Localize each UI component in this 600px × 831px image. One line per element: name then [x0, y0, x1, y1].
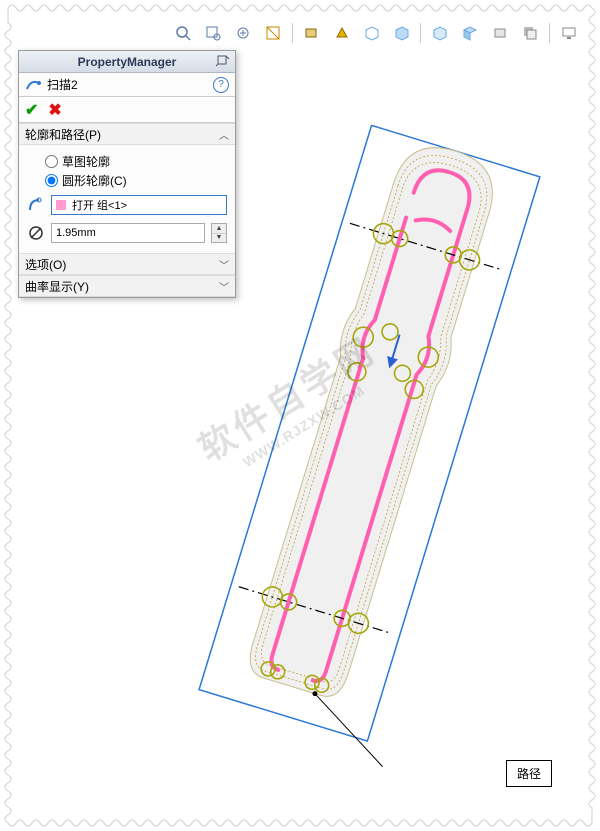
diameter-row: 1.95mm ▲ ▼: [27, 223, 227, 243]
pin-icon[interactable]: [215, 53, 231, 69]
feature-name: 扫描2: [47, 76, 78, 93]
zoom-area-icon[interactable]: [200, 21, 226, 45]
appearance-icon[interactable]: [389, 21, 415, 45]
cancel-button[interactable]: ✖: [48, 100, 61, 120]
heads-up-toolbar: [170, 18, 582, 48]
render-icon[interactable]: [457, 21, 483, 45]
diameter-icon: [27, 224, 45, 242]
zoom-fit-icon[interactable]: [170, 21, 196, 45]
pm-title: PropertyManager: [78, 55, 177, 69]
view-orientation-icon[interactable]: [299, 21, 325, 45]
spin-down-icon[interactable]: ▼: [212, 234, 226, 243]
chevron-down-icon: ﹀: [219, 279, 229, 294]
sweep-icon: [25, 77, 41, 93]
diameter-input[interactable]: 1.95mm: [51, 223, 205, 243]
zoom-prev-icon[interactable]: [230, 21, 256, 45]
section-options[interactable]: 选项(O) ﹀: [19, 253, 235, 275]
section-profile-path[interactable]: 轮廓和路径(P) ︿: [19, 123, 235, 145]
screen-icon[interactable]: [556, 21, 582, 45]
radio-sketch-profile[interactable]: 草图轮廓: [45, 153, 227, 170]
scene-icon[interactable]: [427, 21, 453, 45]
pm-title-bar: PropertyManager: [19, 51, 235, 73]
chevron-down-icon: ﹀: [219, 257, 229, 272]
radio-circle-profile[interactable]: 圆形轮廓(C): [45, 172, 227, 189]
display-style-icon[interactable]: [329, 21, 355, 45]
help-icon[interactable]: ?: [213, 77, 229, 93]
ok-button[interactable]: ✔: [25, 100, 38, 120]
feature-header: 扫描2 ?: [19, 73, 235, 97]
spin-up-icon[interactable]: ▲: [212, 224, 226, 234]
spinner-buttons[interactable]: ▲ ▼: [211, 223, 227, 243]
property-manager-panel: PropertyManager 扫描2 ? ✔ ✖ 轮廓和路径(P) ︿ 草图轮…: [18, 50, 236, 298]
ok-cancel-row: ✔ ✖: [19, 97, 235, 123]
path-callout: 路径: [506, 760, 552, 787]
path-selection-row: 打开 组<1>: [27, 195, 227, 215]
selection-color-icon: [56, 200, 66, 210]
hide-show-icon[interactable]: [359, 21, 385, 45]
shadow-icon[interactable]: [517, 21, 543, 45]
profile-path-body: 草图轮廓 圆形轮廓(C) 打开 组<1> 1.95mm ▲ ▼: [19, 145, 235, 253]
section-view-icon[interactable]: [260, 21, 286, 45]
chevron-up-icon: ︿: [219, 127, 229, 142]
path-selection-input[interactable]: 打开 组<1>: [51, 195, 227, 215]
section-curvature[interactable]: 曲率显示(Y) ﹀: [19, 275, 235, 297]
path-icon: [27, 196, 45, 214]
draft-icon[interactable]: [487, 21, 513, 45]
